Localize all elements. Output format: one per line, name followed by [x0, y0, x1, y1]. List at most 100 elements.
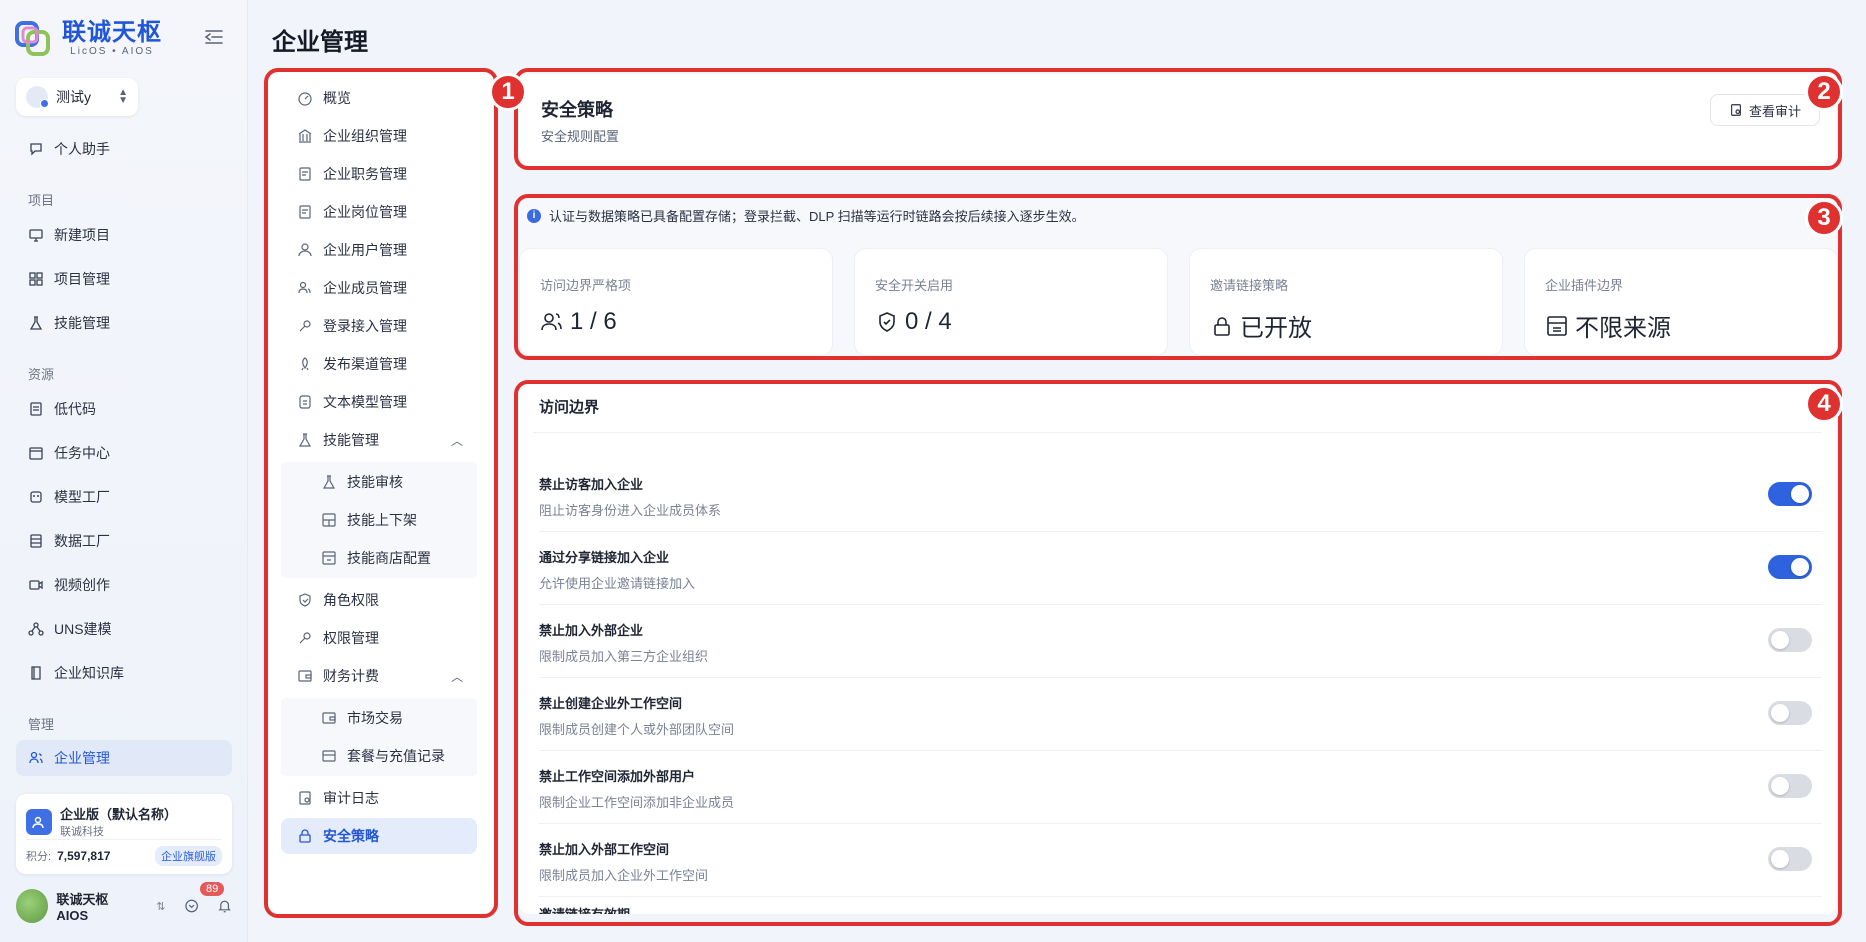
nav-label: 技能管理	[54, 315, 110, 331]
toggle-switch[interactable]	[1768, 847, 1812, 871]
setting-description: 限制企业工作空间添加非企业成员	[539, 795, 735, 810]
nav-label: 个人助手	[54, 141, 110, 157]
toggle-switch[interactable]	[1768, 628, 1812, 652]
section-title: 安全策略	[541, 100, 613, 120]
button-label: 查看审计	[1748, 103, 1801, 119]
app-logo[interactable]: 联诚天枢 LicOS • AIOS	[14, 18, 162, 58]
rocket-icon	[301, 357, 309, 371]
menu-login-management[interactable]: 登录接入管理	[281, 308, 477, 344]
lock-icon	[299, 829, 311, 843]
stat-label: 企业插件边界	[1545, 278, 1624, 293]
logo-subtitle: LicOS • AIOS	[70, 45, 154, 57]
menu-label: 技能上下架	[347, 512, 417, 528]
menu-label: 发布渠道管理	[323, 356, 407, 372]
menu-member-management[interactable]: 企业成员管理	[281, 270, 477, 306]
menu-market-trade[interactable]: 市场交易	[281, 700, 477, 736]
store-icon	[322, 551, 336, 565]
stat-label: 访问边界严格项	[540, 278, 632, 293]
stat-value: 不限来源	[1575, 315, 1671, 342]
menu-label: 企业岗位管理	[323, 204, 407, 220]
model-icon	[299, 395, 311, 409]
wallet-icon	[298, 670, 312, 682]
menu-user-management[interactable]: 企业用户管理	[281, 232, 477, 268]
setting-description: 限制成员加入企业外工作空间	[539, 868, 709, 883]
setting-row: 禁止访客加入企业 阻止访客身份进入企业成员体系	[539, 460, 1822, 532]
menu-security-policy[interactable]: 安全策略	[281, 818, 477, 854]
bell-icon[interactable]	[217, 898, 232, 914]
nav-model-factory[interactable]: 模型工厂	[16, 479, 232, 515]
section-title: 访问边界	[539, 399, 600, 416]
nav-label: 新建项目	[54, 227, 110, 243]
workspace-switcher[interactable]: 测试y ▲ ▼	[16, 78, 138, 116]
security-header: 安全策略 安全规则配置 查看审计	[519, 74, 1836, 166]
menu-label: 文本模型管理	[323, 394, 407, 410]
nav-label: 项目管理	[54, 271, 110, 287]
chevron-up-icon[interactable]: ︿	[451, 432, 463, 449]
menu-permission-management[interactable]: 权限管理	[281, 620, 477, 656]
nav-knowledge-base[interactable]: 企业知识库	[16, 655, 232, 691]
workspace-name: 测试y	[56, 89, 91, 105]
team-icon	[298, 281, 311, 294]
bank-icon	[298, 129, 312, 143]
toggle-switch[interactable]	[1768, 482, 1812, 506]
toggle-switch[interactable]	[1768, 774, 1812, 798]
menu-channel-management[interactable]: 发布渠道管理	[281, 346, 477, 382]
nav-task-center[interactable]: 任务中心	[16, 435, 232, 471]
menu-skill-management[interactable]: 技能管理 ︿	[281, 422, 477, 458]
view-audit-button[interactable]: 查看审计	[1710, 94, 1820, 126]
enterprise-card[interactable]: 企业版（默认名称） 联诚科技 积分: 7,597,817 企业旗舰版	[16, 794, 232, 874]
menu-audit-log[interactable]: 审计日志	[281, 780, 477, 816]
users-icon	[541, 313, 562, 331]
menu-text-model-management[interactable]: 文本模型管理	[281, 384, 477, 420]
collapse-sidebar-icon[interactable]	[204, 28, 224, 46]
security-summary: i 认证与数据策略已具备配置存储；登录拦截、DLP 扫描等运行时链路会按后续接入…	[519, 198, 1838, 356]
menu-skill-store[interactable]: 技能商店配置	[281, 540, 477, 576]
dashboard-icon	[298, 92, 312, 106]
nav-skill-management[interactable]: 技能管理	[16, 305, 232, 341]
toggle-switch[interactable]	[1768, 555, 1812, 579]
access-boundary-panel: 访问边界 禁止访客加入企业 阻止访客身份进入企业成员体系 通过分享链接加入企业 …	[519, 384, 1836, 914]
menu-skill-shelf[interactable]: 技能上下架	[281, 502, 477, 538]
menu-skill-review[interactable]: 技能审核	[281, 464, 477, 500]
menu-label: 登录接入管理	[323, 318, 407, 334]
menu-label: 技能审核	[347, 474, 403, 490]
nav-video-creation[interactable]: 视频创作	[16, 567, 232, 603]
nav-label: 任务中心	[54, 445, 110, 461]
chevron-circle-icon[interactable]	[184, 898, 199, 914]
user-profile[interactable]: 联诚天枢AIOS ⇅	[16, 886, 232, 926]
menu-overview[interactable]: 概览	[281, 80, 477, 116]
team-icon	[29, 751, 43, 764]
menu-org-management[interactable]: 企业组织管理	[281, 118, 477, 154]
nav-uns-modeling[interactable]: UNS建模	[16, 611, 232, 647]
audit-icon	[1731, 104, 1741, 116]
menu-role-permission[interactable]: 角色权限	[281, 582, 477, 618]
shield-check-icon	[299, 593, 311, 607]
nav-project-management[interactable]: 项目管理	[16, 261, 232, 297]
chevron-up-icon[interactable]: ︿	[451, 668, 463, 685]
store-icon	[1547, 315, 1567, 336]
grid-icon	[29, 272, 43, 286]
document-icon	[299, 167, 311, 181]
nav-enterprise-management[interactable]: 企业管理	[16, 740, 232, 776]
menu-duty-management[interactable]: 企业职务管理	[281, 156, 477, 192]
menu-finance[interactable]: 财务计费 ︿	[281, 658, 477, 694]
menu-label: 企业成员管理	[323, 280, 407, 296]
setting-title: 禁止创建企业外工作空间	[539, 696, 683, 711]
chat-icon	[30, 143, 42, 156]
setting-row: 禁止加入外部企业 限制成员加入第三方企业组织	[539, 606, 1822, 678]
nav-data-factory[interactable]: 数据工厂	[16, 523, 232, 559]
shelf-icon	[322, 513, 336, 527]
menu-package-records[interactable]: 套餐与充值记录	[281, 738, 477, 774]
menu-label: 企业职务管理	[323, 166, 407, 182]
flask-icon	[298, 433, 312, 447]
updown-chevron-icon[interactable]: ⇅	[156, 900, 165, 913]
flask-icon	[322, 475, 336, 489]
toggle-switch[interactable]	[1768, 701, 1812, 725]
nav-new-project[interactable]: 新建项目	[16, 217, 232, 253]
logo-title: 联诚天枢	[62, 18, 162, 46]
nav-low-code[interactable]: 低代码	[16, 391, 232, 427]
menu-post-management[interactable]: 企业岗位管理	[281, 194, 477, 230]
setting-row: 通过分享链接加入企业 允许使用企业邀请链接加入	[539, 533, 1822, 605]
enterprise-logo-icon	[26, 808, 52, 835]
nav-personal-assistant[interactable]: 个人助手	[16, 131, 232, 167]
